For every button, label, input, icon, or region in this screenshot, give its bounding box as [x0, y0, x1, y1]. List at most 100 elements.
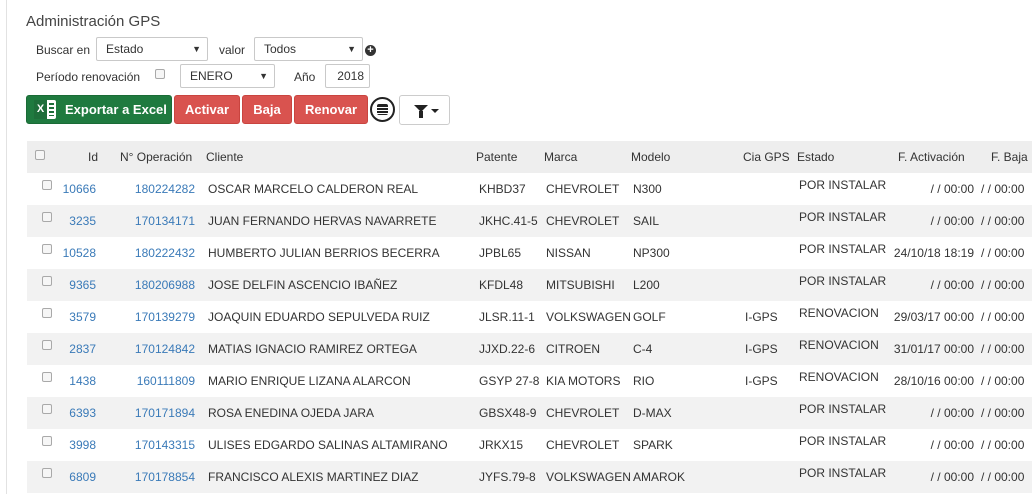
- row-status: POR INSTALAR: [799, 210, 887, 224]
- row-deactivation: / / 00:00: [981, 406, 1025, 420]
- header-operation[interactable]: N° Operación: [120, 141, 192, 173]
- row-plate: KFDL48: [479, 278, 524, 292]
- header-model[interactable]: Modelo: [631, 141, 670, 173]
- header-id[interactable]: Id: [88, 141, 98, 173]
- year-input[interactable]: 2018: [325, 64, 370, 88]
- row-id-link[interactable]: 6809: [57, 461, 96, 493]
- table-header: Id N° Operación Cliente Patente Marca Mo…: [27, 141, 1032, 173]
- row-checkbox[interactable]: [42, 372, 52, 382]
- row-operation-link[interactable]: 170143315: [120, 429, 195, 461]
- row-activation: / / 00:00: [930, 278, 974, 292]
- row-brand: VOLKSWAGEN: [546, 470, 631, 484]
- row-client: HUMBERTO JULIAN BERRIOS BECERRA: [208, 246, 440, 260]
- search-in-select[interactable]: Estado ▼: [96, 37, 208, 61]
- row-checkbox[interactable]: [42, 436, 52, 446]
- row-model: N300: [633, 182, 662, 196]
- header-status[interactable]: Estado: [797, 141, 834, 173]
- row-client: JUAN FERNANDO HERVAS NAVARRETE: [208, 214, 437, 228]
- row-client: OSCAR MARCELO CALDERON REAL: [208, 182, 419, 196]
- row-client: JOSE DELFIN ASCENCIO IBAÑEZ: [208, 278, 398, 292]
- row-plate: KHBD37: [479, 182, 526, 196]
- renew-button[interactable]: Renovar: [294, 95, 368, 124]
- row-brand: CHEVROLET: [546, 214, 620, 228]
- select-all-checkbox[interactable]: [35, 150, 45, 160]
- row-checkbox[interactable]: [42, 468, 52, 478]
- row-deactivation: / / 00:00: [981, 374, 1025, 388]
- table-row: 10528 180222432 HUMBERTO JULIAN BERRIOS BE…: [27, 237, 1032, 269]
- row-id-link[interactable]: 1438: [57, 365, 96, 397]
- row-brand: NISSAN: [546, 246, 591, 260]
- export-excel-button[interactable]: X Exportar a Excel: [26, 95, 172, 124]
- table-row: 9365 180206988 JOSE DELFIN ASCENCIO IBAÑEZ…: [27, 269, 1032, 301]
- row-operation-link[interactable]: 170124842: [120, 333, 195, 365]
- row-activation: 29/03/17 00:00: [893, 310, 974, 324]
- row-gps: I-GPS: [745, 310, 778, 324]
- row-deactivation: / / 00:00: [981, 342, 1025, 356]
- row-operation-link[interactable]: 180206988: [120, 269, 195, 301]
- row-operation-link[interactable]: 160111809: [120, 365, 195, 397]
- row-deactivation: / / 00:00: [981, 278, 1025, 292]
- row-plate: GSYP 27-8: [479, 374, 540, 388]
- header-deactivation[interactable]: F. Baja: [991, 141, 1028, 173]
- row-id-link[interactable]: 3579: [57, 301, 96, 333]
- row-operation-link[interactable]: 170171894: [120, 397, 195, 429]
- row-activation: / / 00:00: [930, 406, 974, 420]
- table-row: 3998 170143315 ULISES EDGARDO SALINAS ALTA…: [27, 429, 1032, 461]
- row-status: RENOVACION: [799, 338, 879, 352]
- row-plate: JLSR.11-1: [479, 310, 535, 324]
- value-select[interactable]: Todos ▼: [254, 37, 363, 61]
- caret-down-icon: [431, 109, 439, 113]
- row-id-link[interactable]: 10528: [57, 237, 96, 269]
- row-plate: GBSX48-9: [479, 406, 537, 420]
- row-operation-link[interactable]: 170139279: [120, 301, 195, 333]
- table-row: 6809 170178854 FRANCISCO ALEXIS MARTINEZ D…: [27, 461, 1032, 493]
- excel-icon: X: [34, 100, 56, 119]
- row-brand: CHEVROLET: [546, 438, 620, 452]
- row-id-link[interactable]: 2837: [57, 333, 96, 365]
- row-id-link[interactable]: 3998: [57, 429, 96, 461]
- month-select[interactable]: ENERO ▼: [180, 64, 275, 88]
- row-id-link[interactable]: 9365: [57, 269, 96, 301]
- row-activation: 31/01/17 00:00: [893, 342, 974, 356]
- dropdown-arrow-icon: ▼: [347, 44, 356, 54]
- row-id-link[interactable]: 6393: [57, 397, 96, 429]
- row-model: L200: [633, 278, 660, 292]
- row-id-link[interactable]: 3235: [57, 205, 96, 237]
- row-operation-link[interactable]: 180222432: [120, 237, 195, 269]
- deactivate-button[interactable]: Baja: [242, 95, 292, 124]
- row-deactivation: / / 00:00: [981, 438, 1025, 452]
- row-operation-link[interactable]: 170178854: [120, 461, 195, 493]
- row-id-link[interactable]: 10666: [57, 173, 96, 205]
- search-in-value: Estado: [106, 42, 144, 56]
- month-value: ENERO: [190, 69, 233, 83]
- row-operation-link[interactable]: 170134171: [120, 205, 195, 237]
- row-activation: / / 00:00: [930, 182, 974, 196]
- row-operation-link[interactable]: 180224282: [120, 173, 195, 205]
- row-brand: KIA MOTORS: [546, 374, 621, 388]
- row-brand: VOLKSWAGEN: [546, 310, 631, 324]
- filter-button[interactable]: [399, 95, 450, 125]
- row-status: RENOVACION: [799, 306, 879, 320]
- row-checkbox[interactable]: [42, 212, 52, 222]
- activate-button[interactable]: Activar: [174, 95, 240, 124]
- header-plate[interactable]: Patente: [476, 141, 517, 173]
- table-row: 6393 170171894 ROSA ENEDINA OJEDA JARA GBSX…: [27, 397, 1032, 429]
- header-gps[interactable]: Cia GPS: [743, 141, 790, 173]
- row-checkbox[interactable]: [42, 276, 52, 286]
- row-model: AMAROK: [633, 470, 686, 484]
- row-checkbox[interactable]: [42, 244, 52, 254]
- header-activation[interactable]: F. Activación: [898, 141, 965, 173]
- settings-circle-icon[interactable]: [370, 97, 395, 122]
- header-brand[interactable]: Marca: [544, 141, 577, 173]
- row-checkbox[interactable]: [42, 180, 52, 190]
- row-checkbox[interactable]: [42, 340, 52, 350]
- row-checkbox[interactable]: [42, 404, 52, 414]
- row-plate: JRKX15: [479, 438, 524, 452]
- value-select-value: Todos: [264, 42, 297, 56]
- row-checkbox[interactable]: [42, 308, 52, 318]
- header-client[interactable]: Cliente: [206, 141, 243, 173]
- row-deactivation: / / 00:00: [981, 246, 1025, 260]
- renewal-period-checkbox[interactable]: [155, 69, 165, 79]
- plus-circle-icon[interactable]: +: [365, 45, 376, 56]
- row-status: POR INSTALAR: [799, 274, 887, 288]
